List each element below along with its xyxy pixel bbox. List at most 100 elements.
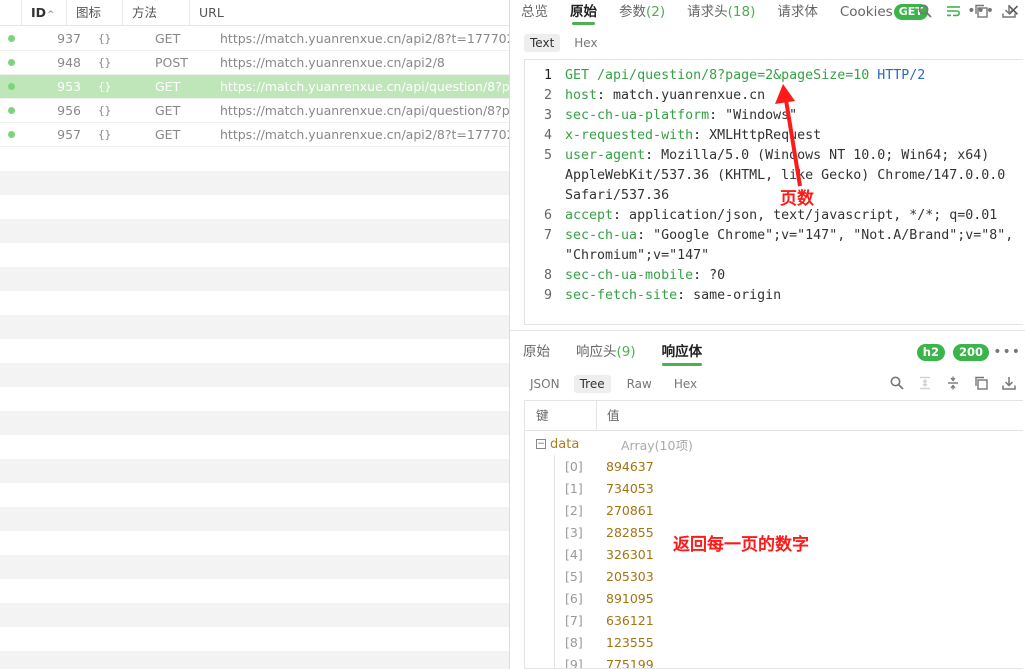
- response-toolbar: [883, 376, 1023, 394]
- tree-item[interactable]: [0] 894637: [525, 455, 1023, 477]
- tab-response-body[interactable]: 响应体: [649, 338, 716, 366]
- row-id: 953: [57, 79, 81, 94]
- more-icon[interactable]: •••: [993, 344, 1021, 360]
- tab-request-headers[interactable]: 请求头(18): [676, 0, 766, 25]
- header-key: x-requested-with: [565, 128, 694, 143]
- tree-key-header: 键: [525, 401, 597, 430]
- tree-item[interactable]: [9] 775199: [525, 653, 1023, 669]
- row-url: https://match.yuanrenxue.cn/api2/8: [220, 55, 445, 70]
- row-id: 957: [57, 127, 81, 142]
- tree-item-value: 282855: [606, 524, 654, 540]
- line-number: 8: [543, 268, 552, 283]
- tree-item[interactable]: [7] 636121: [525, 609, 1023, 631]
- download-icon[interactable]: [995, 376, 1023, 394]
- raw-request-editor[interactable]: 1 GET /api/question/8?page=2&pageSize=10…: [524, 59, 1023, 325]
- response-badges: h2 200: [909, 344, 989, 361]
- tree-item[interactable]: [8] 123555: [525, 631, 1023, 653]
- tab-raw[interactable]: 原始: [559, 0, 608, 25]
- row-method: GET: [155, 127, 181, 142]
- view-tree[interactable]: Tree: [573, 375, 611, 393]
- tree-guide: [525, 477, 555, 499]
- request-path: /api/question/8?page=2&pageSize=10: [589, 68, 870, 83]
- tree-item-value: 123555: [606, 634, 654, 650]
- code-line: 7 sec-ch-ua: "Google Chrome";v="147", "N…: [525, 226, 1023, 266]
- collapse-all-icon[interactable]: [939, 376, 967, 394]
- line-number: 6: [543, 208, 552, 223]
- tree-value-header: 值: [607, 408, 620, 423]
- request-view-modes: Text Hex: [510, 30, 1025, 56]
- section-splitter[interactable]: [510, 330, 1025, 331]
- tab-params[interactable]: 参数(2): [608, 0, 676, 25]
- code-line: 8 sec-ch-ua-mobile: ?0: [525, 266, 1023, 286]
- table-row-selected[interactable]: 953 {} GET https://match.yuanrenxue.cn/a…: [0, 75, 509, 99]
- tree-root-node[interactable]: − data Array(10项): [525, 433, 1023, 455]
- json-braces-icon: {}: [98, 32, 112, 45]
- row-url: https://match.yuanrenxue.cn/api/question…: [220, 79, 509, 94]
- url-column-header[interactable]: URL: [190, 0, 509, 26]
- tree-item[interactable]: [5] 205303: [525, 565, 1023, 587]
- line-number: 3: [543, 108, 552, 123]
- annotation-page-label: 页数: [780, 189, 814, 209]
- code-line: 4 x-requested-with: XMLHttpRequest: [525, 126, 1023, 146]
- tab-overview[interactable]: 总览: [510, 0, 559, 25]
- tree-item-index: [1]: [565, 480, 583, 496]
- status-dot-icon: [7, 83, 15, 90]
- header-key: host: [565, 88, 598, 103]
- status-dot-icon: [7, 107, 15, 114]
- tab-response-headers-label: 响应头: [576, 344, 617, 360]
- status-dot-icon: [7, 35, 15, 42]
- empty-table-area: [0, 147, 509, 669]
- row-url: https://match.yuanrenxue.cn/api2/8?t=177…: [220, 31, 509, 46]
- header-value: : XMLHttpRequest: [693, 128, 822, 143]
- copy-icon[interactable]: [967, 376, 995, 394]
- tree-item[interactable]: [1] 734053: [525, 477, 1023, 499]
- line-number: 7: [543, 228, 552, 243]
- table-row[interactable]: 956 {} GET https://match.yuanrenxue.cn/a…: [0, 99, 509, 123]
- tab-response-raw[interactable]: 原始: [510, 338, 563, 366]
- icon-column-header[interactable]: 图标: [67, 0, 123, 26]
- tree-item-value: 894637: [606, 458, 654, 474]
- view-hex[interactable]: Hex: [668, 375, 703, 393]
- method-column-header[interactable]: 方法: [123, 0, 190, 26]
- tree-item-value: 205303: [606, 568, 654, 584]
- view-json[interactable]: JSON: [524, 375, 566, 393]
- request-method: GET: [565, 68, 590, 83]
- request-rows: 937 {} GET https://match.yuanrenxue.cn/a…: [0, 27, 509, 147]
- header-key: user-agent: [565, 148, 646, 163]
- view-text[interactable]: Text: [524, 34, 561, 52]
- tab-response-headers-count: (9): [616, 344, 636, 360]
- tab-request-body[interactable]: 请求体: [766, 0, 829, 25]
- copy-icon[interactable]: [967, 4, 995, 22]
- header-key: accept: [565, 208, 614, 223]
- table-row[interactable]: 937 {} GET https://match.yuanrenxue.cn/a…: [0, 27, 509, 51]
- tree-item-index: [8]: [565, 634, 583, 650]
- code-line: 1 GET /api/question/8?page=2&pageSize=10…: [525, 66, 1023, 86]
- view-raw[interactable]: Raw: [621, 375, 658, 393]
- line-number: 2: [543, 88, 552, 103]
- tree-item[interactable]: [2] 270861: [525, 499, 1023, 521]
- wrap-lines-icon[interactable]: [939, 4, 967, 22]
- view-hex[interactable]: Hex: [568, 34, 603, 52]
- tree-guide: [525, 455, 555, 477]
- expand-all-icon[interactable]: [911, 376, 939, 394]
- tab-response-headers[interactable]: 响应头(9): [563, 338, 649, 366]
- search-icon[interactable]: [911, 4, 939, 22]
- tree-item-value: 891095: [606, 590, 654, 606]
- id-column-header[interactable]: ID^: [22, 0, 67, 26]
- header-value: : application/json, text/javascript, */*…: [613, 208, 998, 223]
- row-id: 956: [57, 103, 81, 118]
- tree-guide: [525, 587, 555, 609]
- tree-guide: [525, 521, 555, 543]
- table-row[interactable]: 957 {} GET https://match.yuanrenxue.cn/a…: [0, 123, 509, 147]
- row-id: 937: [57, 31, 81, 46]
- collapse-toggle-icon[interactable]: −: [536, 439, 546, 449]
- download-icon[interactable]: [995, 4, 1023, 22]
- tree-item[interactable]: [6] 891095: [525, 587, 1023, 609]
- tree-item-value: 775199: [606, 656, 654, 669]
- row-method: GET: [155, 79, 181, 94]
- search-icon[interactable]: [883, 376, 911, 394]
- tree-guide: [525, 631, 555, 653]
- row-method: POST: [155, 55, 188, 70]
- header-value: : "Windows": [709, 108, 798, 123]
- table-row[interactable]: 948 {} POST https://match.yuanrenxue.cn/…: [0, 51, 509, 75]
